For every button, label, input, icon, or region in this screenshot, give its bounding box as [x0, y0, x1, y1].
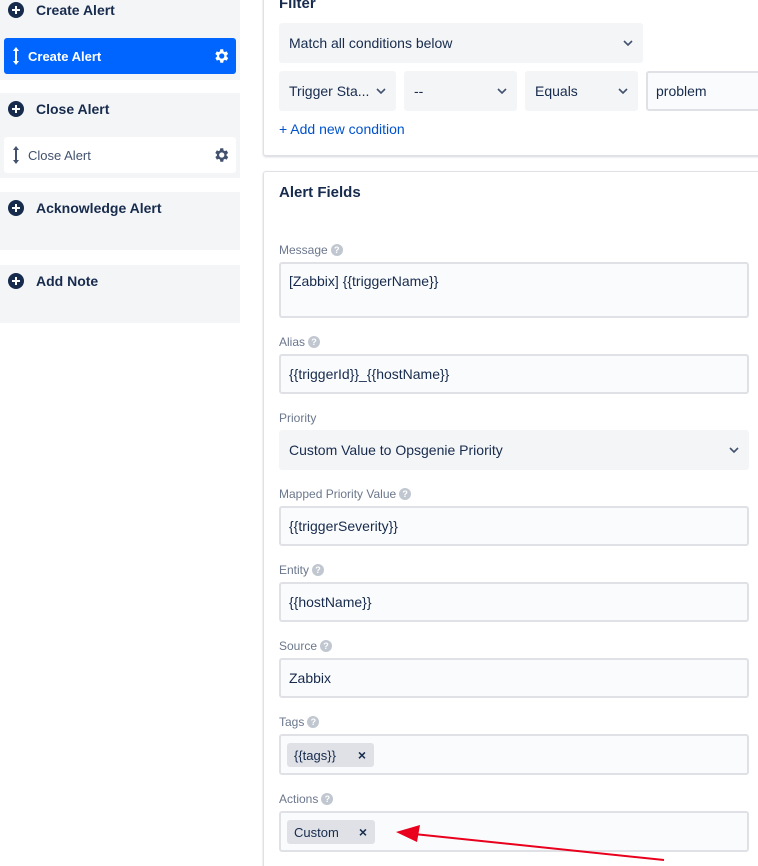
help-icon[interactable]: ? — [308, 336, 321, 348]
help-icon[interactable]: ? — [320, 640, 333, 652]
action-group-create-alert: Create Alert Create Alert — [0, 0, 240, 80]
plus-circle-icon[interactable] — [8, 101, 24, 117]
condition-field-select[interactable]: Trigger Sta... — [279, 71, 396, 111]
input-value: {{hostName}} — [289, 594, 372, 610]
group-header-acknowledge-alert[interactable]: Acknowledge Alert — [8, 200, 162, 216]
alert-fields-title: Alert Fields — [279, 184, 361, 201]
message-label: Message ? — [279, 243, 343, 257]
group-header-add-note[interactable]: Add Note — [8, 273, 98, 289]
help-icon[interactable]: ? — [307, 716, 320, 728]
match-conditions-select[interactable]: Match all conditions below — [279, 23, 643, 63]
annotation-arrow — [396, 825, 665, 861]
condition-value-input[interactable]: problem — [646, 71, 758, 111]
chevron-down-icon — [623, 40, 633, 47]
priority-select[interactable]: Custom Value to Opsgenie Priority — [279, 430, 749, 470]
add-condition-link[interactable]: + Add new condition — [279, 121, 405, 137]
select-value: Trigger Sta... — [289, 83, 370, 99]
group-title: Close Alert — [36, 101, 110, 117]
group-header-close-alert[interactable]: Close Alert — [8, 101, 109, 117]
chevron-down-icon — [497, 88, 507, 95]
sidebar: Create Alert Create Alert Close Alert Cl… — [0, 0, 240, 866]
help-icon[interactable]: ? — [312, 564, 325, 576]
sidebar-item-create-alert[interactable]: Create Alert — [4, 38, 236, 74]
input-value: [Zabbix] {{triggerName}} — [289, 273, 439, 289]
actions-label: Actions ? — [279, 792, 334, 806]
input-value: {{triggerId}}_{{hostName}} — [289, 366, 450, 382]
gear-icon[interactable] — [212, 47, 230, 65]
condition-not-select[interactable]: -- — [404, 71, 517, 111]
chevron-down-icon — [376, 88, 386, 95]
input-value: Zabbix — [289, 670, 332, 686]
select-value: Match all conditions below — [289, 35, 453, 51]
priority-label: Priority — [279, 411, 317, 425]
group-title: Add Note — [36, 273, 99, 289]
action-chip-label: Custom — [294, 824, 339, 840]
group-title: Create Alert — [36, 2, 115, 18]
message-field[interactable]: [Zabbix] {{triggerName}} — [279, 262, 749, 318]
entity-label: Entity ? — [279, 563, 325, 577]
tag-chip[interactable]: {{tags}} × — [287, 743, 374, 767]
action-group-close-alert: Close Alert Close Alert — [0, 93, 240, 178]
select-value: -- — [414, 83, 424, 99]
filter-title: Filter — [279, 0, 316, 12]
plus-circle-icon[interactable] — [8, 200, 24, 216]
tag-chip-label: {{tags}} — [294, 747, 336, 763]
action-chip[interactable]: Custom × — [287, 820, 375, 844]
gear-icon[interactable] — [212, 146, 230, 164]
select-value: Equals — [535, 83, 578, 99]
sidebar-item-close-alert[interactable]: Close Alert — [4, 137, 236, 173]
group-header-create-alert[interactable]: Create Alert — [8, 2, 115, 18]
entity-field[interactable]: {{hostName}} — [279, 582, 749, 622]
drag-handle-icon[interactable] — [12, 145, 20, 165]
drag-handle-icon[interactable] — [12, 46, 20, 66]
mapped-priority-field[interactable]: {{triggerSeverity}} — [279, 506, 749, 546]
plus-circle-icon[interactable] — [8, 2, 24, 18]
select-value: Custom Value to Opsgenie Priority — [289, 442, 503, 458]
input-value: problem — [656, 83, 707, 99]
remove-tag-icon[interactable]: × — [358, 747, 366, 763]
chevron-down-icon — [618, 88, 628, 95]
source-field[interactable]: Zabbix — [279, 658, 749, 698]
alias-field[interactable]: {{triggerId}}_{{hostName}} — [279, 354, 749, 394]
tags-label: Tags ? — [279, 715, 320, 729]
sidebar-item-label: Create Alert — [28, 48, 102, 64]
action-group-acknowledge-alert: Acknowledge Alert — [0, 192, 240, 250]
help-icon[interactable]: ? — [330, 244, 343, 256]
alias-label: Alias ? — [279, 335, 321, 349]
remove-action-icon[interactable]: × — [359, 824, 367, 840]
input-value: {{triggerSeverity}} — [289, 518, 398, 534]
condition-operator-select[interactable]: Equals — [525, 71, 638, 111]
sidebar-item-label: Close Alert — [28, 147, 91, 163]
plus-circle-icon[interactable] — [8, 273, 24, 289]
help-icon[interactable]: ? — [321, 793, 334, 805]
group-title: Acknowledge Alert — [36, 200, 162, 216]
mapped-priority-label: Mapped Priority Value ? — [279, 487, 412, 501]
action-group-add-note: Add Note — [0, 265, 240, 323]
help-icon[interactable]: ? — [399, 488, 412, 500]
source-label: Source ? — [279, 639, 333, 653]
chevron-down-icon — [729, 447, 739, 454]
